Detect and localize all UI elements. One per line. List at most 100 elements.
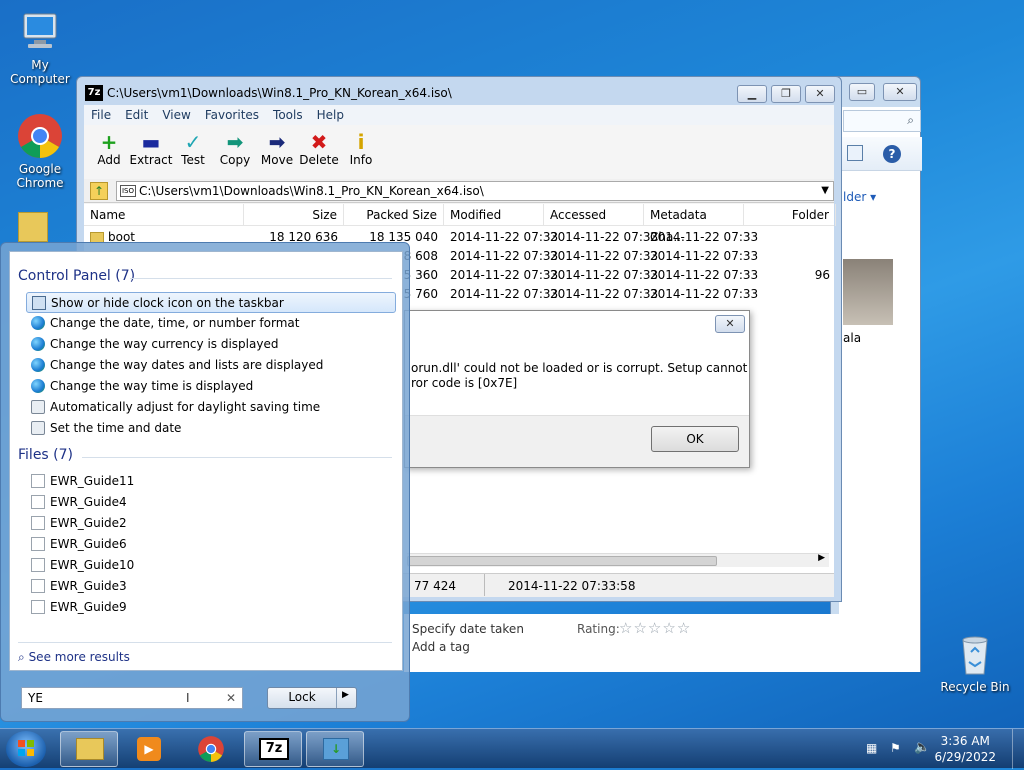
help-icon[interactable]: ? bbox=[883, 145, 901, 163]
network-icon[interactable]: ▦ bbox=[866, 741, 877, 755]
clock-icon bbox=[31, 400, 45, 414]
horizontal-scrollbar[interactable]: ▶ bbox=[407, 553, 829, 567]
control-panel-item[interactable]: Change the way currency is displayed bbox=[26, 334, 396, 355]
column-header-folder[interactable]: Folder bbox=[744, 204, 836, 226]
star-icon[interactable]: ☆ bbox=[677, 619, 691, 637]
column-header-packed[interactable]: Packed Size bbox=[344, 204, 444, 226]
start-button[interactable] bbox=[6, 731, 46, 767]
taskbar-media-player[interactable]: ▶ bbox=[120, 731, 178, 767]
taskbar-7zip[interactable]: 7z bbox=[244, 731, 302, 767]
test-button[interactable]: ✓ Test bbox=[170, 131, 216, 167]
preview-pane-icon[interactable] bbox=[847, 145, 863, 161]
column-header-size[interactable]: Size bbox=[244, 204, 344, 226]
cell-meta: 2014-11-22 07:33 bbox=[650, 230, 759, 244]
control-panel-header[interactable]: Control Panel (7) bbox=[18, 268, 135, 284]
control-panel-item[interactable]: Automatically adjust for daylight saving… bbox=[26, 397, 396, 418]
date-taken-field[interactable]: Specify date taken bbox=[412, 622, 524, 636]
control-panel-item[interactable]: Set the time and date bbox=[26, 418, 396, 439]
search-results-panel: Control Panel (7) Files (7) ⌕ See more r… bbox=[9, 251, 403, 671]
recycle-bin-icon bbox=[951, 630, 999, 678]
files-header[interactable]: Files (7) bbox=[18, 447, 73, 463]
taskbar-explorer[interactable] bbox=[60, 731, 118, 767]
document-icon bbox=[31, 537, 45, 551]
maximize-button[interactable]: ▭ bbox=[849, 83, 875, 101]
file-result-item[interactable]: EWR_Guide6 bbox=[26, 534, 396, 555]
column-header-name[interactable]: Name bbox=[84, 204, 244, 226]
folder-icon[interactable] bbox=[18, 212, 48, 242]
download-app-icon: ↓ bbox=[323, 738, 349, 760]
file-result-item[interactable]: EWR_Guide4 bbox=[26, 492, 396, 513]
scroll-right-icon[interactable]: ▶ bbox=[818, 553, 825, 563]
restore-button[interactable]: ❐ bbox=[771, 85, 801, 103]
show-desktop-button[interactable] bbox=[1012, 729, 1024, 769]
address-bar: ↑ ISO C:\Users\vm1\Downloads\Win8.1_Pro_… bbox=[84, 179, 834, 203]
tag-field[interactable]: Add a tag bbox=[412, 640, 470, 654]
column-header-modified[interactable]: Modified bbox=[444, 204, 544, 226]
file-result-item[interactable]: EWR_Guide2 bbox=[26, 513, 396, 534]
explorer-search-input[interactable]: ⌕ bbox=[843, 110, 921, 132]
computer-icon bbox=[16, 8, 64, 56]
clock[interactable]: 3:36 AM 6/29/2022 bbox=[934, 733, 996, 765]
see-more-results-link[interactable]: ⌕ See more results bbox=[18, 650, 130, 665]
text-cursor: I bbox=[186, 691, 190, 705]
file-result-item[interactable]: EWR_Guide10 bbox=[26, 555, 396, 576]
ok-button[interactable]: OK bbox=[651, 426, 739, 452]
file-result-item[interactable]: EWR_Guide9 bbox=[26, 597, 396, 618]
taskbar-chrome[interactable] bbox=[182, 731, 240, 767]
star-icon[interactable]: ☆ bbox=[662, 619, 676, 637]
cell-folder: 96 bbox=[814, 268, 830, 282]
move-button[interactable]: ➡ Move bbox=[254, 131, 300, 167]
column-header-meta[interactable]: Metadata Cha... bbox=[644, 204, 744, 244]
copy-button[interactable]: ➡ Copy bbox=[212, 131, 258, 167]
control-panel-item[interactable]: Change the way time is displayed bbox=[26, 376, 396, 397]
control-panel-item[interactable]: Show or hide clock icon on the taskbar bbox=[26, 292, 396, 313]
control-panel-item[interactable]: Change the date, time, or number format bbox=[26, 313, 396, 334]
delete-button[interactable]: ✖ Delete bbox=[296, 131, 342, 167]
menu-file[interactable]: File bbox=[84, 105, 118, 122]
rating-stars[interactable]: ☆☆☆☆☆ bbox=[619, 619, 691, 637]
toolbar-label: Test bbox=[181, 153, 205, 167]
desktop-icon-my-computer[interactable]: My Computer bbox=[0, 8, 80, 86]
menu-edit[interactable]: Edit bbox=[118, 105, 155, 122]
cell-accessed: 2014-11-22 07:33 bbox=[550, 268, 659, 282]
extract-button[interactable]: ▬ Extract bbox=[128, 131, 174, 167]
add-button[interactable]: + Add bbox=[86, 131, 132, 167]
star-icon[interactable]: ☆ bbox=[633, 619, 647, 637]
title-bar[interactable]: 7z C:\Users\vm1\Downloads\Win8.1_Pro_KN_… bbox=[77, 77, 841, 107]
toolbar-label: Add bbox=[97, 153, 121, 167]
close-button[interactable]: ✕ bbox=[805, 85, 835, 103]
file-result-item[interactable]: EWR_Guide11 bbox=[26, 471, 396, 492]
action-center-icon[interactable]: ⚑ bbox=[890, 741, 901, 755]
taskbar-installer[interactable]: ↓ bbox=[306, 731, 364, 767]
menu-tools[interactable]: Tools bbox=[266, 105, 310, 122]
close-button[interactable]: ✕ bbox=[883, 83, 917, 101]
folder-link[interactable]: lder ▾ bbox=[843, 190, 876, 204]
lock-button[interactable]: Lock ▶ bbox=[267, 687, 357, 709]
folder-up-icon[interactable]: ↑ bbox=[90, 182, 108, 200]
globe-icon bbox=[31, 358, 45, 372]
info-button[interactable]: i Info bbox=[338, 131, 384, 167]
details-pane: Specify date taken Add a tag Rating: ☆☆☆… bbox=[404, 614, 920, 672]
explorer-window[interactable]: ▭ ✕ ⌕ ? lder ▾ ala bbox=[830, 76, 922, 672]
clear-search-icon[interactable]: ✕ bbox=[226, 688, 236, 708]
dialog-close-button[interactable]: ✕ bbox=[715, 315, 745, 333]
volume-icon[interactable]: 🔈 bbox=[914, 740, 930, 755]
menu-favorites[interactable]: Favorites bbox=[198, 105, 266, 122]
desktop-icon-google-chrome[interactable]: Google Chrome bbox=[0, 112, 80, 190]
star-icon[interactable]: ☆ bbox=[648, 619, 662, 637]
lock-options-arrow-icon[interactable]: ▶ bbox=[342, 690, 349, 700]
menu-view[interactable]: View bbox=[155, 105, 197, 122]
star-icon[interactable]: ☆ bbox=[619, 619, 633, 637]
desktop-icon-recycle-bin[interactable]: Recycle Bin bbox=[935, 630, 1015, 694]
scrollbar-thumb[interactable] bbox=[407, 556, 717, 566]
file-result-item[interactable]: EWR_Guide3 bbox=[26, 576, 396, 597]
start-search-input[interactable]: YE I ✕ bbox=[21, 687, 243, 709]
control-panel-item[interactable]: Change the way dates and lists are displ… bbox=[26, 355, 396, 376]
chevron-down-icon[interactable]: ▼ bbox=[821, 182, 829, 200]
address-input[interactable]: ISO C:\Users\vm1\Downloads\Win8.1_Pro_KN… bbox=[116, 181, 834, 201]
column-header-accessed[interactable]: Accessed bbox=[544, 204, 644, 226]
menu-help[interactable]: Help bbox=[310, 105, 351, 122]
minimize-button[interactable]: ▁ bbox=[737, 85, 767, 103]
koala-thumbnail[interactable] bbox=[843, 259, 893, 325]
minus-icon: ▬ bbox=[141, 130, 161, 154]
